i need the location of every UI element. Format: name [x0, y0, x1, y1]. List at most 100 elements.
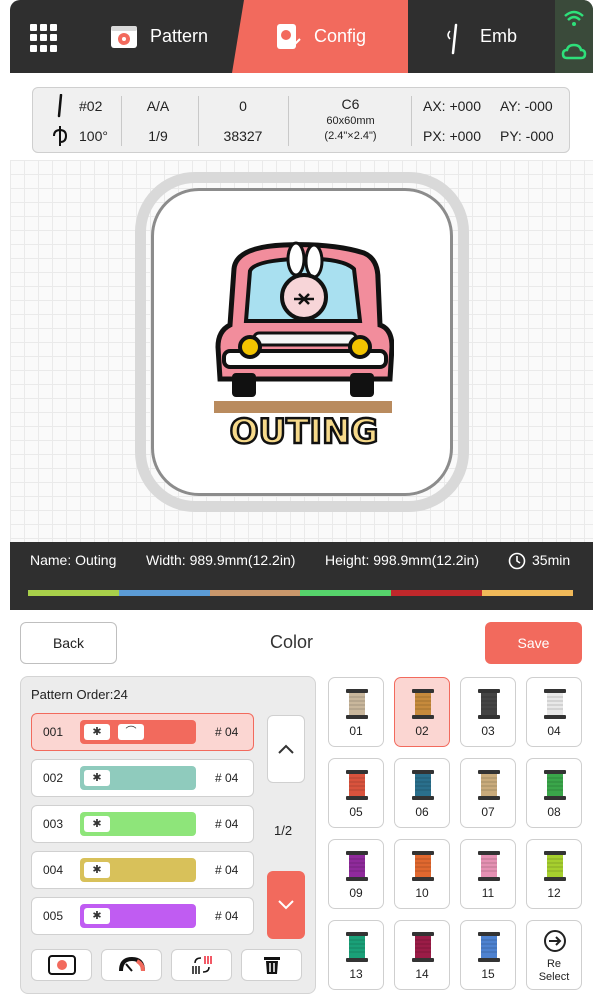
thread-color-02[interactable]: 02 — [394, 677, 450, 747]
scroll-down-button[interactable] — [267, 871, 305, 939]
flower-icon: ✱ — [84, 724, 110, 740]
pattern-order-row[interactable]: 003 ✱ # 04 — [31, 805, 254, 843]
thread-label: 11 — [481, 886, 495, 900]
color-editor: Back Color Save Pattern Order:24 001 ✱ ⌒ # … — [10, 610, 593, 1000]
thread-color-13[interactable]: 13 — [328, 920, 384, 990]
thread-label: 01 — [349, 724, 363, 738]
flower-icon: ✱ — [84, 862, 110, 878]
thread-spool-icon — [412, 770, 434, 800]
row-number: 001 — [43, 725, 64, 739]
reselect-label: Re Select — [527, 958, 581, 984]
thread-spool-icon — [412, 689, 434, 719]
color-bar-segment — [118, 590, 210, 596]
thread-color-01[interactable]: 01 — [328, 677, 384, 747]
clock-icon — [508, 552, 526, 570]
tab-config-label: Config — [313, 26, 367, 46]
design-text: OUTING — [230, 412, 379, 452]
reselect-button[interactable]: Re Select — [526, 920, 582, 990]
chevron-up-icon — [278, 744, 294, 754]
thread-color-07[interactable]: 07 — [460, 758, 516, 828]
pattern-order-row[interactable]: 002 ✱ # 04 — [31, 759, 254, 797]
thread-color-14[interactable]: 14 — [394, 920, 450, 990]
thread-spool-icon — [346, 851, 368, 881]
row-number: 004 — [43, 863, 64, 877]
rotation-angle: 100° — [79, 128, 108, 144]
pattern-order-row[interactable]: 001 ✱ ⌒ # 04 — [31, 713, 254, 751]
thread-label: 09 — [349, 886, 363, 900]
thread-label: 15 — [481, 967, 495, 981]
design-stats-bar: Name: Outing Width: 989.9mm(12.2in) Heig… — [10, 542, 593, 610]
thread-spool-icon — [478, 770, 500, 800]
thread-color-03[interactable]: 03 — [460, 677, 516, 747]
pattern-tool-button[interactable] — [31, 949, 92, 981]
row-color-swatch: ✱ — [80, 812, 196, 836]
menu-grid-icon[interactable] — [30, 24, 58, 52]
total-stitches: 38327 — [223, 128, 263, 144]
embroidery-design[interactable]: OUTING — [214, 239, 394, 459]
row-thread-code: # 04 — [215, 863, 239, 877]
thread-color-15[interactable]: 15 — [460, 920, 516, 990]
pattern-icon — [47, 955, 76, 975]
ay-value: AY: -000 — [500, 98, 553, 114]
design-height: Height: 998.9mm(12.2in) — [325, 552, 480, 568]
row-thread-code: # 04 — [215, 817, 239, 831]
pattern-order-title: Pattern Order:24 — [31, 687, 128, 702]
design-width: Width: 989.9mm(12.2in) — [146, 552, 296, 568]
current-stitch: 0 — [239, 98, 247, 114]
thread-spool-icon — [544, 851, 566, 881]
row-number: 005 — [43, 909, 64, 923]
row-number: 003 — [43, 817, 64, 831]
thread-spool-icon — [478, 932, 500, 962]
tab-pattern[interactable]: Pattern — [110, 0, 208, 73]
py-value: PY: -000 — [500, 128, 554, 144]
design-time: 35min — [532, 552, 571, 568]
thread-color-08[interactable]: 08 — [526, 758, 582, 828]
thread-label: 06 — [415, 805, 429, 819]
tab-pattern-label: Pattern — [150, 26, 209, 46]
sort-colors-button[interactable] — [171, 949, 232, 981]
color-bar-segment — [300, 590, 392, 596]
row-thread-code: # 04 — [215, 771, 239, 785]
speed-tool-button[interactable] — [101, 949, 162, 981]
thread-color-11[interactable]: 11 — [460, 839, 516, 909]
thread-color-10[interactable]: 10 — [394, 839, 450, 909]
thread-color-12[interactable]: 12 — [526, 839, 582, 909]
thread-color-06[interactable]: 06 — [394, 758, 450, 828]
thread-color-09[interactable]: 09 — [328, 839, 384, 909]
pattern-order-row[interactable]: 005 ✱ # 04 — [31, 897, 254, 935]
config-icon — [274, 23, 302, 51]
reselect-icon — [544, 930, 566, 952]
thread-spool-icon — [544, 770, 566, 800]
thread-spool-icon — [412, 851, 434, 881]
needle-number: #02 — [79, 98, 103, 114]
save-button[interactable]: Save — [485, 622, 582, 664]
thread-label: 03 — [481, 724, 495, 738]
hoop-name: C6 — [341, 96, 360, 112]
thread-label: 12 — [547, 886, 561, 900]
thread-color-05[interactable]: 05 — [328, 758, 384, 828]
scroll-up-button[interactable] — [267, 715, 305, 783]
design-name: Name: Outing — [30, 552, 117, 568]
color-bar-segment — [28, 590, 119, 596]
back-button[interactable]: Back — [20, 622, 117, 664]
sort-icon — [191, 956, 212, 974]
thread-color-04[interactable]: 04 — [526, 677, 582, 747]
thread-label: 07 — [481, 805, 495, 819]
flower-icon: ✱ — [84, 770, 110, 786]
pattern-order-row[interactable]: 004 ✱ # 04 — [31, 851, 254, 889]
delete-button[interactable] — [241, 949, 302, 981]
thread-label: 13 — [349, 967, 363, 981]
flower-icon: ✱ — [84, 816, 110, 832]
color-bar-segment — [482, 590, 573, 596]
row-color-swatch: ✱ — [80, 766, 196, 790]
wifi-icon — [564, 10, 584, 26]
thread-spool-icon — [346, 932, 368, 962]
row-number: 002 — [43, 771, 64, 785]
gauge-icon: ⌒ — [118, 724, 144, 740]
tab-config[interactable]: Config — [232, 0, 408, 73]
tab-emb[interactable]: Emb — [440, 0, 517, 73]
design-canvas[interactable]: OUTING — [10, 160, 593, 542]
color-sequence-bar — [28, 590, 573, 596]
row-color-swatch: ✱ — [80, 858, 196, 882]
px-value: PX: +000 — [423, 128, 481, 144]
